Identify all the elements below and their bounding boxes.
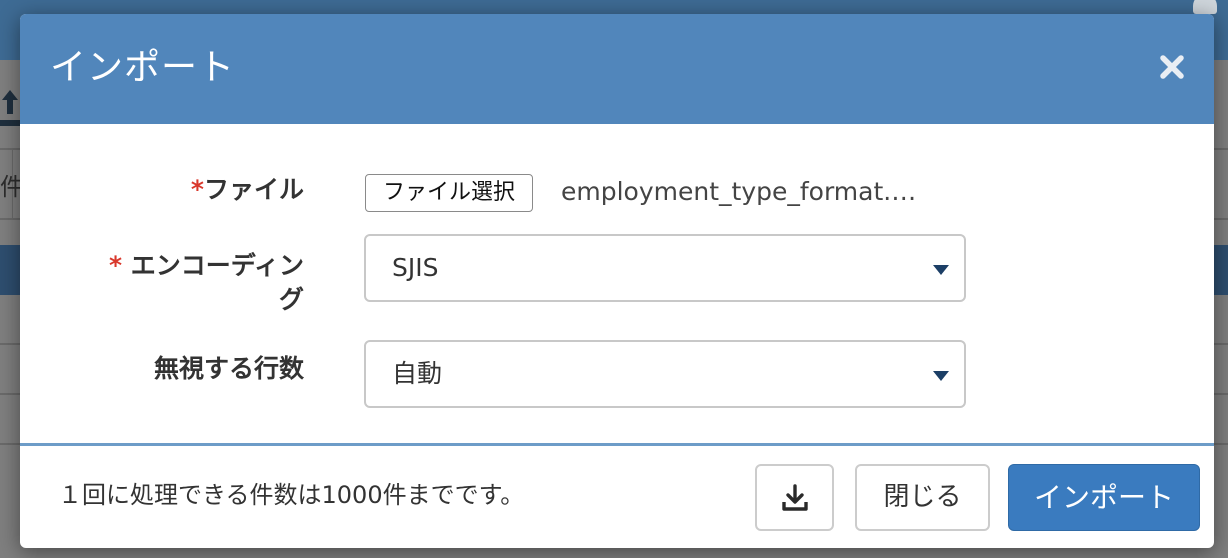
dialog-title: インポート bbox=[50, 47, 236, 88]
import-dialog: インポート *ファイル ファイル選択 employment_type_forma… bbox=[20, 14, 1214, 548]
dialog-body: *ファイル ファイル選択 employment_type_format.… * … bbox=[20, 124, 1214, 446]
caret-down-icon bbox=[933, 265, 949, 275]
close-dialog-button[interactable]: 閉じる bbox=[855, 464, 990, 531]
bell-icon bbox=[1193, 0, 1217, 14]
close-button[interactable] bbox=[1152, 47, 1192, 87]
file-label: *ファイル bbox=[191, 174, 304, 206]
download-icon bbox=[781, 483, 808, 511]
footer-note: １回に処理できる件数は1000件までです。 bbox=[58, 481, 525, 509]
skip-rows-select[interactable]: 自動 bbox=[364, 340, 966, 408]
required-mark: * bbox=[108, 251, 123, 280]
file-label-text: ファイル bbox=[203, 175, 304, 204]
encoding-label-text: エンコーディング bbox=[122, 251, 304, 314]
dialog-header: インポート bbox=[20, 14, 1214, 124]
download-template-button[interactable] bbox=[755, 464, 834, 531]
encoding-select[interactable]: SJIS bbox=[364, 234, 966, 302]
file-select-button[interactable]: ファイル選択 bbox=[365, 174, 533, 212]
skip-rows-label: 無視する行数 bbox=[153, 354, 304, 383]
selected-file-name: employment_type_format.… bbox=[561, 177, 917, 206]
encoding-select-value: SJIS bbox=[392, 253, 439, 282]
skip-rows-select-value: 自動 bbox=[392, 359, 443, 388]
required-mark: * bbox=[190, 175, 204, 204]
encoding-label: * エンコーディング bbox=[84, 249, 304, 317]
upload-icon bbox=[0, 90, 20, 126]
caret-down-icon bbox=[933, 371, 949, 381]
import-button[interactable]: インポート bbox=[1008, 464, 1200, 531]
close-icon bbox=[1160, 55, 1184, 79]
dialog-footer: １回に処理できる件数は1000件までです。 閉じる インポート bbox=[20, 446, 1214, 548]
